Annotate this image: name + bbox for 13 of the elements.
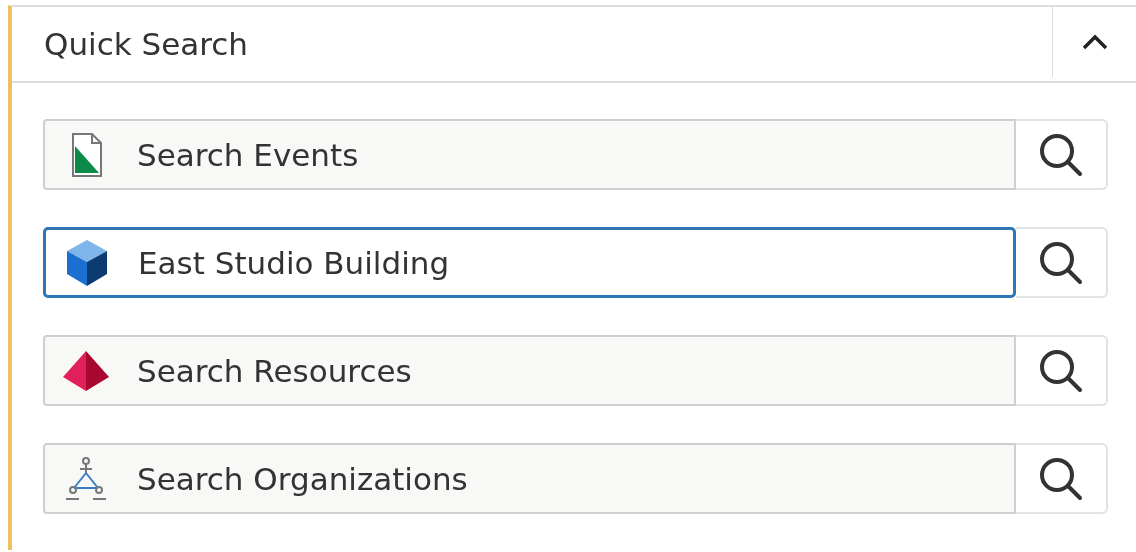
search-input[interactable]: Search Organizations: [111, 459, 1014, 498]
search-button[interactable]: [1016, 335, 1108, 406]
search-field[interactable]: Search Organizations: [43, 443, 1016, 514]
search-input[interactable]: Search Resources: [111, 351, 1014, 390]
search-button[interactable]: [1016, 443, 1108, 514]
panel-title: Quick Search: [43, 25, 249, 64]
search-field[interactable]: Search Resources: [43, 335, 1016, 406]
search-field[interactable]: East Studio Building: [43, 227, 1016, 298]
search-input[interactable]: East Studio Building: [112, 243, 1013, 282]
search-input[interactable]: Search Events: [111, 135, 1014, 174]
search-button[interactable]: [1016, 119, 1108, 190]
search-field[interactable]: Search Events: [43, 119, 1016, 190]
search-button[interactable]: [1016, 227, 1108, 298]
